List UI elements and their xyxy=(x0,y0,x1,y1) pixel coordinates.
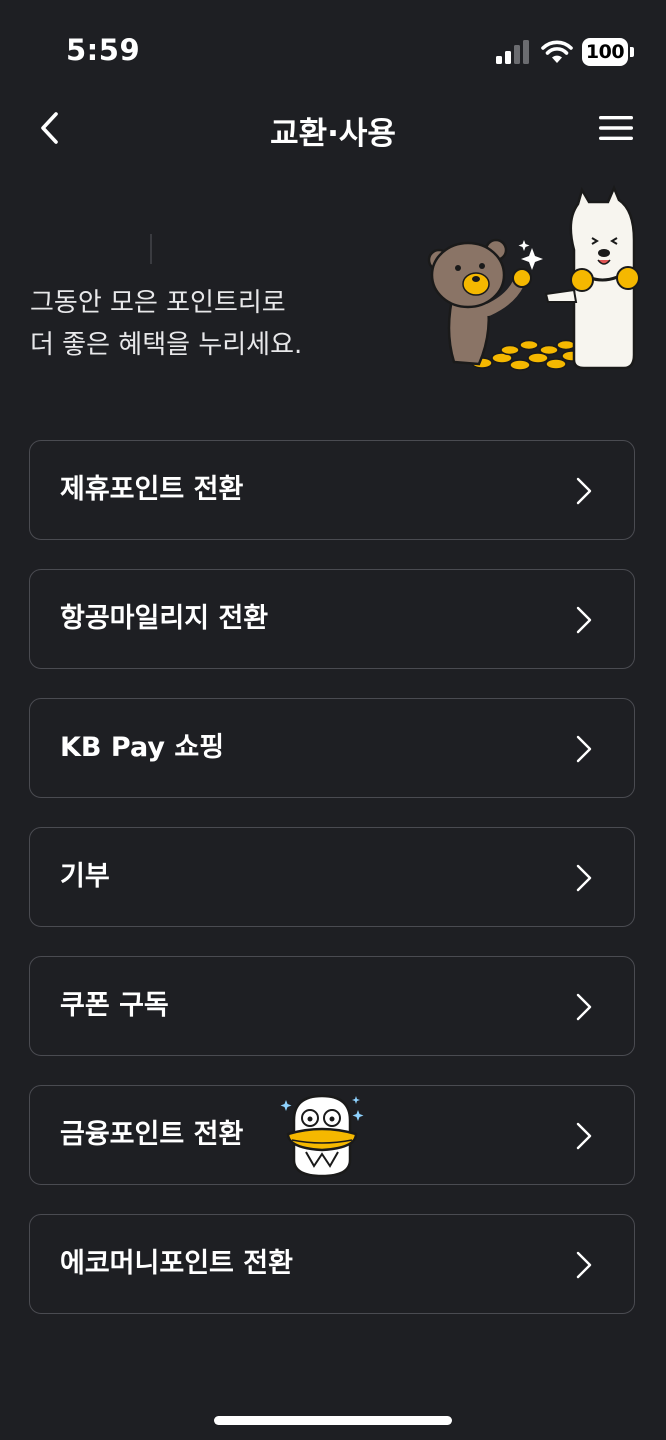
hero-line-2: 더 좋은 혜택을 누리세요. xyxy=(30,330,303,360)
status-bar: 5:59 100 xyxy=(0,0,666,100)
hero-divider xyxy=(150,234,152,264)
chevron-right-icon xyxy=(576,606,592,634)
menu-item-kb-pay-shopping[interactable]: KB Pay 쇼핑 xyxy=(29,698,635,798)
bear-and-alpaca-illustration xyxy=(427,184,640,371)
hero-description: 그동안 모은 포인트리로 더 좋은 혜택을 누리세요. xyxy=(30,282,302,366)
menu-item-donation[interactable]: 기부 xyxy=(29,827,635,927)
menu-item-label: 금융포인트 전환 xyxy=(60,1119,244,1150)
menu-item-financial-points[interactable]: 금융포인트 전환 xyxy=(29,1085,635,1185)
battery-tip xyxy=(630,47,634,57)
home-indicator[interactable] xyxy=(214,1416,452,1425)
wifi-icon xyxy=(541,40,573,63)
duck-mascot-icon xyxy=(280,1094,364,1178)
cellular-signal-icon xyxy=(496,40,529,64)
status-time: 5:59 xyxy=(66,33,141,67)
menu-item-label: KB Pay 쇼핑 xyxy=(60,732,225,763)
chevron-right-icon xyxy=(576,477,592,505)
menu-item-ecomoney-points[interactable]: 에코머니포인트 전환 xyxy=(29,1214,635,1314)
menu-list: 제휴포인트 전환 항공마일리지 전환 KB Pay 쇼핑 기부 쿠폰 구독 금융… xyxy=(29,440,637,1343)
chevron-right-icon xyxy=(576,735,592,763)
nav-bar: 교환·사용 xyxy=(0,100,666,156)
chevron-right-icon xyxy=(576,1251,592,1279)
menu-item-label: 에코머니포인트 전환 xyxy=(60,1248,293,1279)
chevron-right-icon xyxy=(576,993,592,1021)
menu-item-label: 항공마일리지 전환 xyxy=(60,603,269,634)
chevron-right-icon xyxy=(576,1122,592,1150)
page-title: 교환·사용 xyxy=(270,116,396,152)
battery-level: 100 xyxy=(582,38,628,66)
menu-item-partner-points[interactable]: 제휴포인트 전환 xyxy=(29,440,635,540)
battery-indicator: 100 xyxy=(582,38,634,66)
menu-item-label: 쿠폰 구독 xyxy=(60,990,169,1021)
hero-line-1: 그동안 모은 포인트리로 xyxy=(30,288,286,318)
menu-item-airline-miles[interactable]: 항공마일리지 전환 xyxy=(29,569,635,669)
menu-item-label: 제휴포인트 전환 xyxy=(60,474,244,505)
menu-item-label: 기부 xyxy=(60,861,110,892)
chevron-right-icon xyxy=(576,864,592,892)
hamburger-menu-icon[interactable] xyxy=(599,114,633,142)
menu-item-coupon-subscription[interactable]: 쿠폰 구독 xyxy=(29,956,635,1056)
